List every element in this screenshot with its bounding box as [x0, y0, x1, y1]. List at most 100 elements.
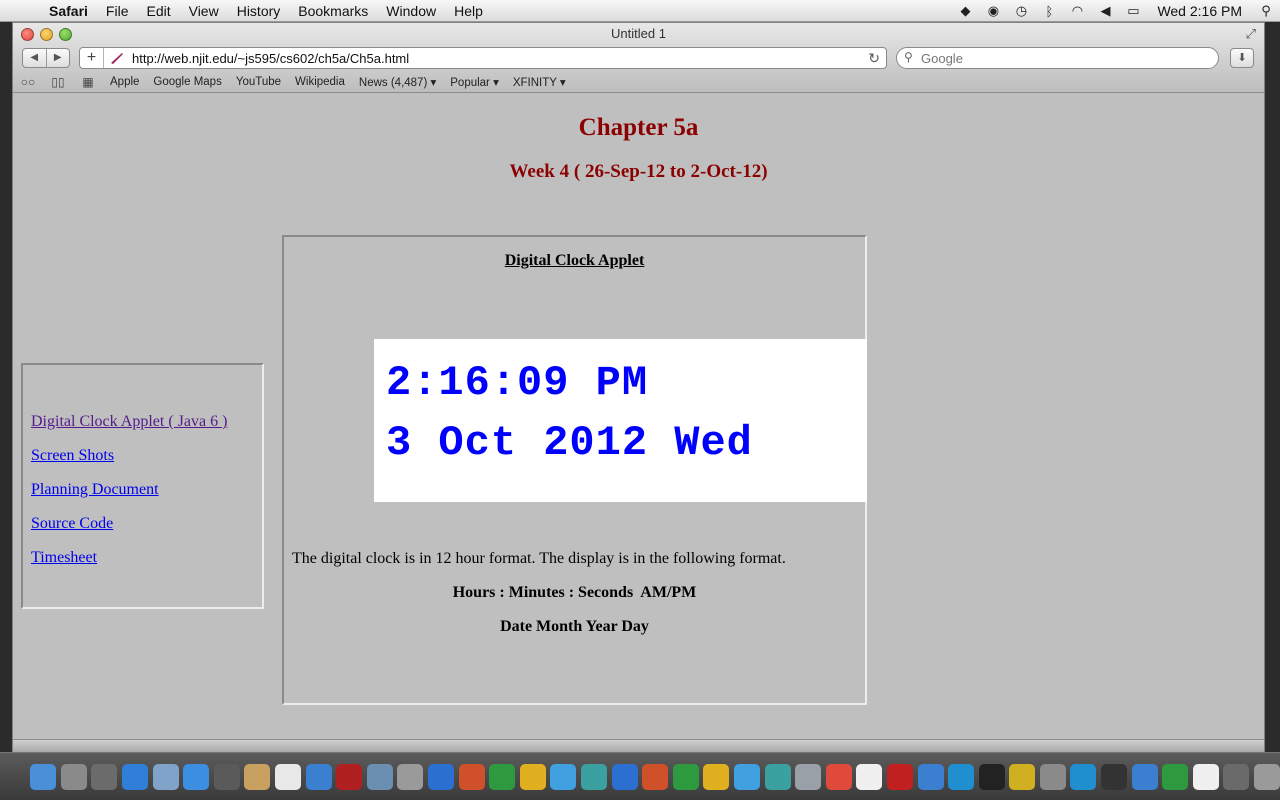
- photo-booth-icon[interactable]: [336, 763, 363, 790]
- textedit-icon[interactable]: [856, 763, 883, 790]
- speed-test-icon[interactable]: [917, 763, 944, 790]
- bluetooth-icon[interactable]: ᛒ: [1035, 4, 1063, 19]
- link-planning-document[interactable]: Planning Document: [31, 481, 159, 499]
- quicktime-icon-2[interactable]: [1070, 763, 1097, 790]
- link-digital-clock-applet[interactable]: Digital Clock Applet ( Java 6 ): [31, 413, 227, 431]
- chrome-icon[interactable]: [825, 763, 852, 790]
- terminal-icon[interactable]: [978, 763, 1005, 790]
- app-store-icon[interactable]: [122, 763, 149, 790]
- word-icon[interactable]: [428, 763, 455, 790]
- safari-window: Untitled 1 ⤢ ◀ ▶ + http://web.njit.edu/~…: [12, 22, 1265, 752]
- menu-clock[interactable]: Wed 2:16 PM: [1147, 3, 1252, 19]
- fullscreen-icon[interactable]: ⤢: [1246, 26, 1256, 42]
- window-title: Untitled 1: [611, 26, 666, 41]
- excel-icon-2[interactable]: [672, 763, 699, 790]
- dock: [0, 752, 1280, 800]
- downloads-button[interactable]: ⬇: [1230, 48, 1254, 68]
- spotify-icon[interactable]: [1162, 763, 1189, 790]
- sharepoint-icon-2[interactable]: [764, 763, 791, 790]
- link-screen-shots[interactable]: Screen Shots: [31, 447, 114, 465]
- favicon-icon: [111, 53, 123, 64]
- menu-help[interactable]: Help: [445, 0, 492, 22]
- trash-icon[interactable]: [1254, 763, 1280, 790]
- reload-icon[interactable]: ↻: [868, 50, 880, 67]
- search-field[interactable]: ⚲: [896, 47, 1219, 69]
- powerpoint-icon[interactable]: [458, 763, 485, 790]
- menu-bar: Safari File Edit View History Bookmarks …: [0, 0, 1280, 22]
- bookmark-youtube[interactable]: YouTube: [229, 76, 288, 88]
- contacts-icon[interactable]: [244, 763, 271, 790]
- iphoto-icon[interactable]: [366, 763, 393, 790]
- bookmark-wikipedia[interactable]: Wikipedia: [288, 76, 352, 88]
- activity-monitor-icon[interactable]: [1101, 763, 1128, 790]
- address-bar[interactable]: + http://web.njit.edu/~js595/cs602/ch5a/…: [79, 47, 887, 69]
- utility-icon[interactable]: [795, 763, 822, 790]
- web-content: Chapter 5a Week 4 ( 26-Sep-12 to 2-Oct-1…: [13, 94, 1264, 739]
- safari-icon[interactable]: [183, 763, 210, 790]
- week-subtitle: Week 4 ( 26-Sep-12 to 2-Oct-12): [509, 161, 768, 182]
- system-utility-icon[interactable]: [1039, 763, 1066, 790]
- sharepoint-icon[interactable]: [580, 763, 607, 790]
- menu-bookmarks[interactable]: Bookmarks: [289, 0, 377, 22]
- outlook-icon[interactable]: [519, 763, 546, 790]
- launchpad-icon[interactable]: [60, 763, 87, 790]
- bookmarks-book-icon[interactable]: ▯▯: [43, 75, 73, 89]
- url-text[interactable]: http://web.njit.edu/~js595/cs602/ch5a/Ch…: [132, 51, 409, 66]
- back-button[interactable]: ◀: [23, 49, 47, 67]
- link-source-code[interactable]: Source Code: [31, 515, 113, 533]
- finder-icon[interactable]: [30, 763, 57, 790]
- navigation-buttons: ◀ ▶: [22, 48, 70, 68]
- dropbox-icon[interactable]: ◆: [951, 3, 979, 19]
- quicktime-icon[interactable]: [948, 763, 975, 790]
- status-bar: [13, 739, 1264, 752]
- add-bookmark-button[interactable]: +: [80, 48, 104, 68]
- facetime-icon[interactable]: [213, 763, 240, 790]
- mission-control-icon[interactable]: [91, 763, 118, 790]
- preview-icon[interactable]: [152, 763, 179, 790]
- bookmark-xfinity[interactable]: XFINITY ▾: [506, 75, 573, 89]
- clock-description: The digital clock is in 12 hour format. …: [292, 550, 786, 567]
- time-machine-icon[interactable]: ◷: [1007, 3, 1035, 19]
- clock-time: 2:16:09 PM: [386, 359, 649, 407]
- wifi-icon[interactable]: ◠: [1063, 3, 1091, 19]
- sidebar-nav: Digital Clock Applet ( Java 6 ) Screen S…: [21, 363, 264, 609]
- toolbar: Untitled 1 ⤢ ◀ ▶ + http://web.njit.edu/~…: [13, 23, 1264, 93]
- photos-folder-icon[interactable]: [1223, 763, 1250, 790]
- bookmark-apple[interactable]: Apple: [103, 76, 146, 88]
- menu-edit[interactable]: Edit: [137, 0, 179, 22]
- menu-app-name[interactable]: Safari: [40, 0, 97, 22]
- volume-icon[interactable]: ◀: [1091, 3, 1119, 19]
- skype-icon[interactable]: ◉: [979, 3, 1007, 19]
- applet-section: Digital Clock Applet 2:16:09 PM 3 Oct 20…: [282, 235, 867, 705]
- search-icon: ⚲: [904, 50, 913, 64]
- menu-history[interactable]: History: [228, 0, 290, 22]
- clock-date: 3 Oct 2012 Wed: [386, 419, 753, 467]
- outlook-icon-2[interactable]: [703, 763, 730, 790]
- powerpoint-icon-2[interactable]: [642, 763, 669, 790]
- document-icon[interactable]: [1192, 763, 1219, 790]
- itunes-icon[interactable]: [305, 763, 332, 790]
- image-capture-icon[interactable]: [397, 763, 424, 790]
- spotlight-icon[interactable]: ⚲: [1252, 3, 1280, 19]
- messenger-icon-2[interactable]: [733, 763, 760, 790]
- menu-window[interactable]: Window: [377, 0, 445, 22]
- reading-list-icon[interactable]: ○○: [13, 75, 43, 89]
- link-timesheet[interactable]: Timesheet: [31, 549, 97, 567]
- bookmark-google-maps[interactable]: Google Maps: [146, 76, 228, 88]
- digital-clock-applet[interactable]: 2:16:09 PM 3 Oct 2012 Wed: [374, 339, 867, 502]
- excel-icon[interactable]: [489, 763, 516, 790]
- top-sites-grid-icon[interactable]: ▦: [73, 75, 103, 89]
- bookmark-popular[interactable]: Popular ▾: [443, 75, 506, 89]
- messenger-icon[interactable]: [550, 763, 577, 790]
- network-icon[interactable]: [1131, 763, 1158, 790]
- calendar-icon[interactable]: [275, 763, 302, 790]
- menu-file[interactable]: File: [97, 0, 138, 22]
- acrobat-icon[interactable]: [886, 763, 913, 790]
- battery-icon[interactable]: ▭: [1119, 3, 1147, 19]
- forward-button[interactable]: ▶: [47, 49, 70, 67]
- vpn-icon[interactable]: [1009, 763, 1036, 790]
- word-icon-2[interactable]: [611, 763, 638, 790]
- menu-view[interactable]: View: [180, 0, 228, 22]
- search-input[interactable]: [921, 50, 1201, 66]
- bookmark-news[interactable]: News (4,487) ▾: [352, 75, 443, 89]
